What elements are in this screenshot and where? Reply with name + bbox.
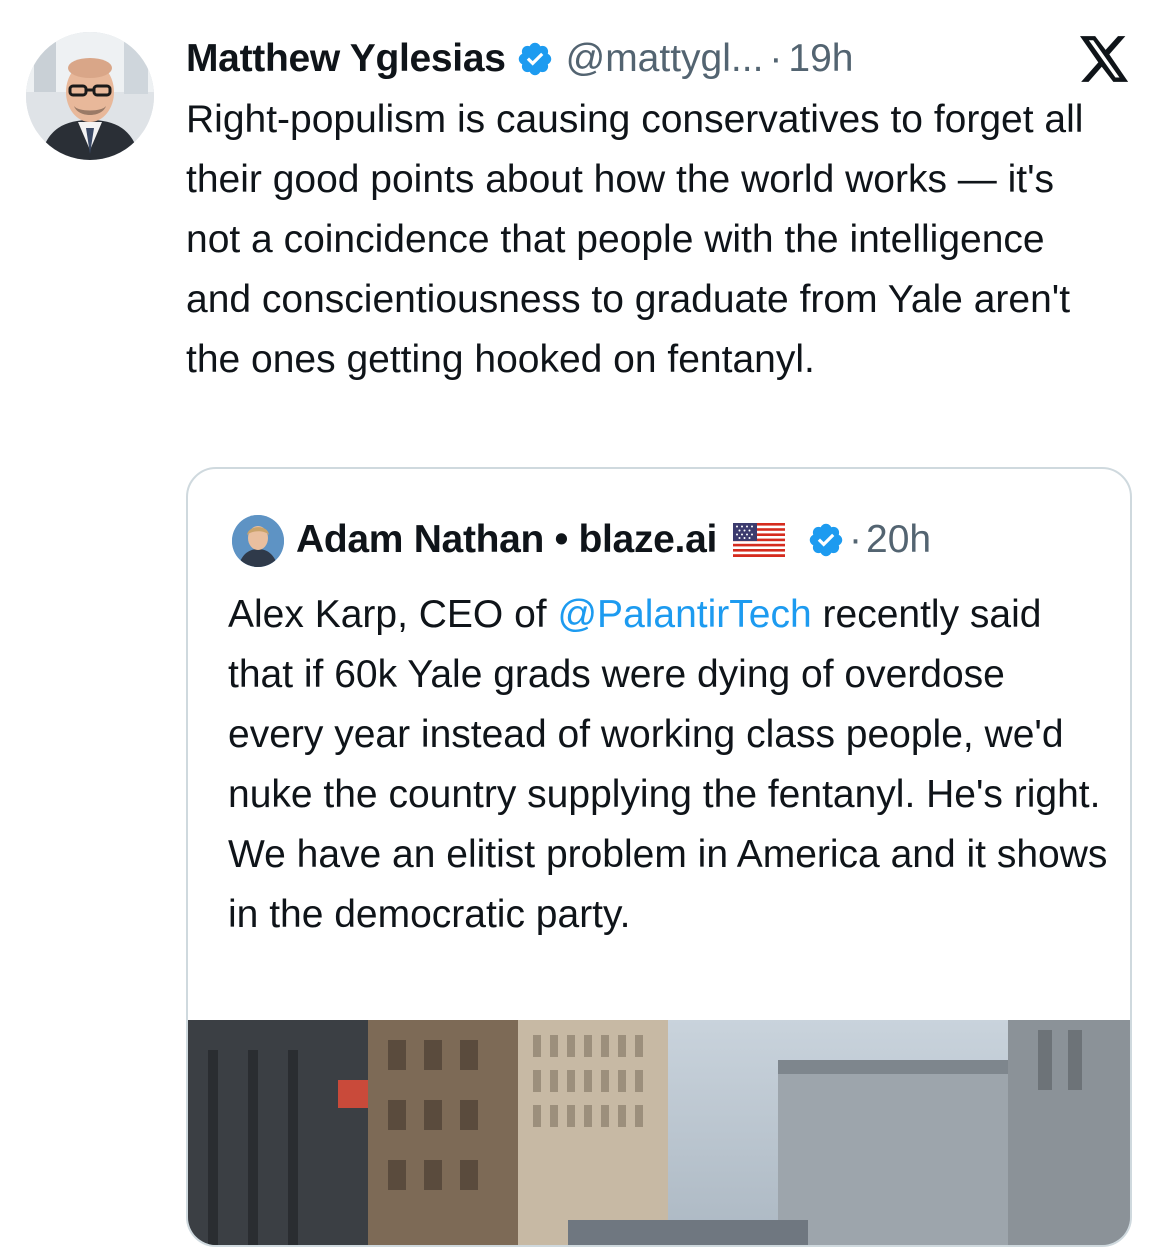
verified-badge-icon	[809, 523, 843, 557]
tweet-timestamp[interactable]: 19h	[788, 37, 853, 81]
author-avatar[interactable]	[26, 32, 154, 160]
quoted-author-avatar[interactable]	[232, 515, 284, 567]
quoted-tweet-text: Alex Karp, CEO of @PalantirTech recently…	[228, 585, 1108, 945]
quoted-tweet-timestamp[interactable]: 20h	[866, 518, 931, 562]
street-photo[interactable]	[188, 1020, 1130, 1245]
us-flag-icon	[733, 523, 785, 557]
quoted-tweet-header: Adam Nathan • blaze.ai · 20h	[296, 511, 931, 569]
separator-dot: ·	[849, 518, 862, 561]
x-logo-icon[interactable]	[1080, 36, 1130, 82]
quoted-author-name[interactable]: Adam Nathan • blaze.ai	[296, 518, 717, 562]
tweet-header: Matthew Yglesias @mattygl... · 19h	[186, 28, 854, 90]
verified-badge-icon	[518, 42, 551, 76]
quoted-text-after-mention: recently said that if 60k Yale grads wer…	[228, 593, 1108, 936]
separator-dot: ·	[769, 37, 783, 80]
quoted-text-before-mention: Alex Karp, CEO of	[228, 593, 558, 636]
quoted-tweet-card[interactable]: Adam Nathan • blaze.ai · 20h Alex Karp,	[186, 467, 1132, 1247]
author-name[interactable]: Matthew Yglesias	[186, 37, 506, 81]
mention-link[interactable]: @PalantirTech	[557, 593, 811, 636]
author-handle[interactable]: @mattygl...	[566, 37, 764, 81]
tweet-text: Right-populism is causing conservatives …	[186, 98, 1084, 381]
